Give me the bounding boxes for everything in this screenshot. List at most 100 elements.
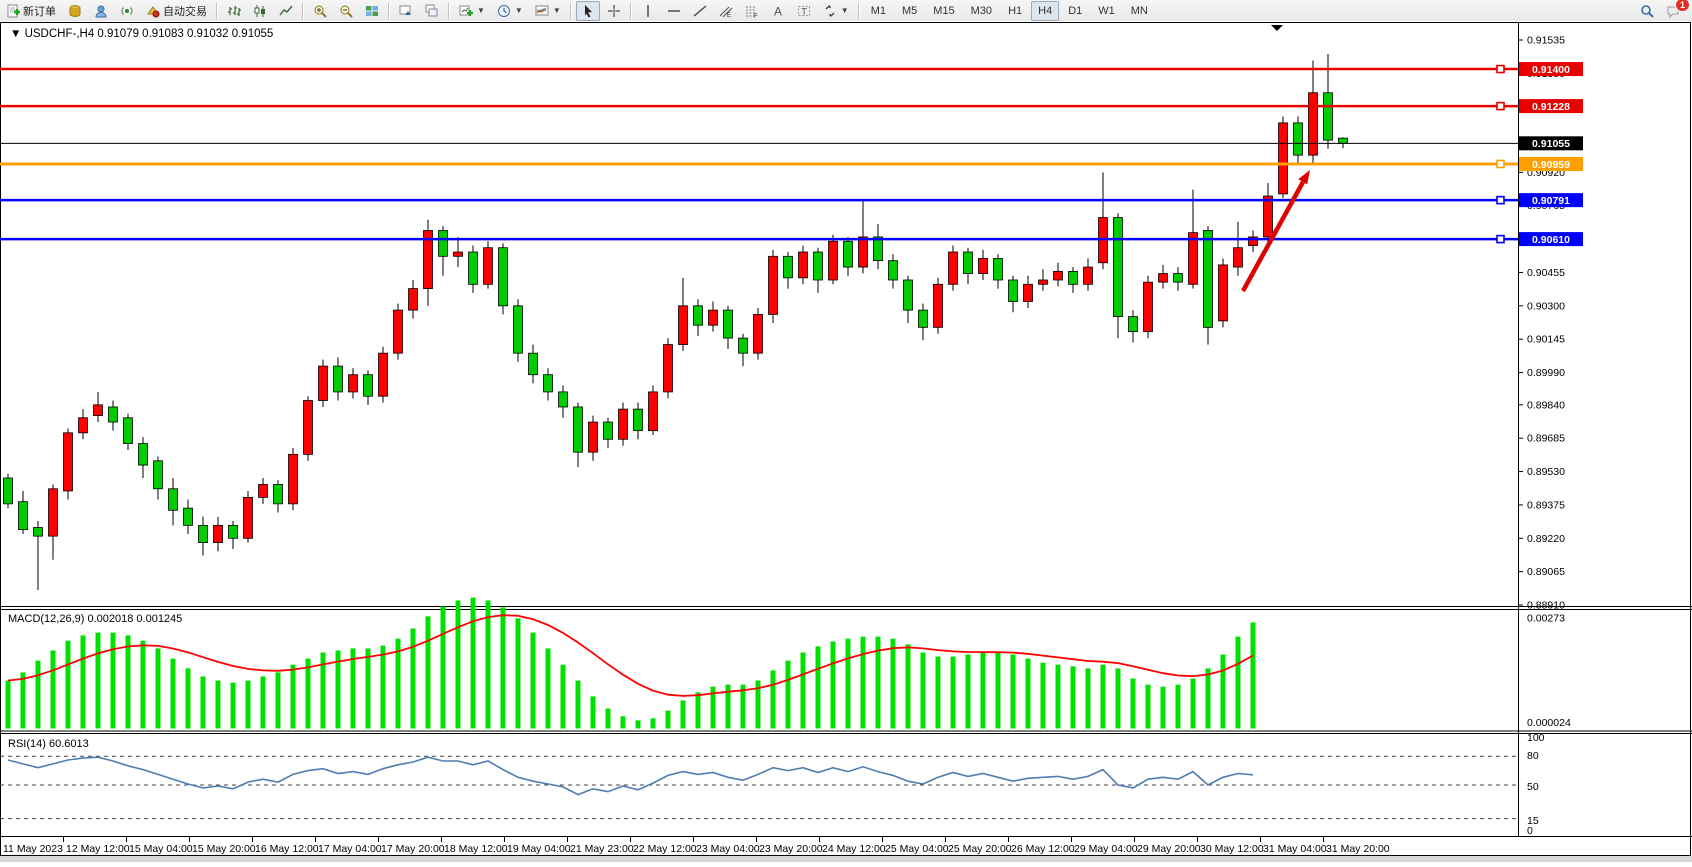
timeframe-m5-button[interactable]: M5 (895, 1, 924, 21)
candle-body (784, 256, 793, 278)
fibonacci-button[interactable]: F (740, 1, 764, 21)
price-tick-label: 0.88910 (1527, 600, 1565, 612)
candle-body (634, 409, 643, 431)
periods-button[interactable]: ▼ (492, 1, 528, 21)
price-badge-label: 0.90791 (1532, 195, 1570, 207)
time-tick-label: 24 May 12:00 (822, 843, 886, 855)
text-button[interactable]: A (766, 1, 790, 21)
bar-chart-button[interactable] (222, 1, 246, 21)
time-tick-label: 31 May 04:00 (1263, 843, 1327, 855)
candle-body (799, 252, 808, 278)
macd-histogram-bar (96, 633, 101, 729)
time-tick-label: 23 May 20:00 (759, 843, 823, 855)
profile-button[interactable] (63, 1, 87, 21)
vertical-line-button[interactable] (636, 1, 660, 21)
market-watch-button[interactable] (89, 1, 113, 21)
timeframe-d1-button[interactable]: D1 (1061, 1, 1089, 21)
timeframe-w1-button[interactable]: W1 (1091, 1, 1122, 21)
autotrading-icon (146, 4, 160, 18)
macd-histogram-bar (921, 652, 926, 728)
notifications-button[interactable]: 1 (1661, 1, 1685, 21)
candle-body (109, 407, 118, 422)
macd-histogram-bar (306, 659, 311, 729)
price-tick-label: 0.90300 (1527, 300, 1565, 312)
candle-body (1144, 282, 1153, 332)
zoom-in-button[interactable] (308, 1, 332, 21)
macd-histogram-bar (231, 683, 236, 729)
toolbar-separator (630, 3, 632, 19)
channel-icon: E (719, 4, 733, 18)
templates-button[interactable]: ▼ (530, 1, 566, 21)
candle-body (49, 489, 58, 536)
candlestick-chart-button[interactable] (248, 1, 272, 21)
crosshair-button[interactable] (602, 1, 626, 21)
rsi-axis-label: 80 (1527, 750, 1539, 762)
macd-histogram-bar (426, 616, 431, 728)
macd-histogram-bar (651, 718, 656, 728)
chart-title: ▼ USDCHF-,H4 0.91079 0.91083 0.91032 0.9… (10, 28, 273, 40)
macd-histogram-bar (696, 692, 701, 728)
line-drag-handle[interactable] (1497, 103, 1504, 110)
rsi-indicator-label: RSI(14) 60.6013 (8, 738, 89, 750)
candle-body (829, 241, 838, 280)
candle-body (904, 280, 913, 310)
macd-axis-min-label: 0.000024 (1527, 717, 1571, 729)
auto-arrange-button[interactable] (394, 1, 418, 21)
rsi-axis-label: 50 (1527, 781, 1539, 793)
auto-trading-button[interactable]: 自动交易 (141, 1, 212, 21)
chevron-down-icon: ▼ (477, 6, 485, 15)
macd-histogram-bar (1236, 637, 1241, 729)
search-button[interactable] (1635, 1, 1659, 21)
line-drag-handle[interactable] (1497, 236, 1504, 243)
timeframe-m30-button[interactable]: M30 (964, 1, 999, 21)
tile-windows-button[interactable] (360, 1, 384, 21)
macd-histogram-bar (456, 600, 461, 728)
timeframe-m15-button[interactable]: M15 (926, 1, 961, 21)
toolbar-separator (216, 3, 218, 19)
new-order-button[interactable]: 新订单 (1, 1, 61, 21)
candle-body (769, 256, 778, 314)
timeframe-h4-button[interactable]: H4 (1031, 1, 1059, 21)
line-drag-handle[interactable] (1497, 197, 1504, 204)
candle-body (79, 418, 88, 433)
cascade-button[interactable] (420, 1, 444, 21)
candle-body (1189, 233, 1198, 285)
arrows-button[interactable]: ▼ (818, 1, 854, 21)
equidistant-channel-button[interactable]: E (714, 1, 738, 21)
line-drag-handle[interactable] (1497, 66, 1504, 73)
macd-histogram-bar (666, 711, 671, 729)
time-tick-label: 29 May 04:00 (1074, 843, 1138, 855)
timeframe-mn-button[interactable]: MN (1124, 1, 1155, 21)
macd-histogram-bar (681, 700, 686, 728)
line-chart-icon (279, 4, 293, 18)
candle-body (949, 252, 958, 284)
indicators-button[interactable]: ▼ (454, 1, 490, 21)
candle-body (739, 338, 748, 353)
line-drag-handle[interactable] (1497, 160, 1504, 167)
line-chart-button[interactable] (274, 1, 298, 21)
price-chart: 0.915350.913800.912250.910700.909200.907… (0, 21, 1692, 862)
macd-histogram-bar (351, 648, 356, 728)
trendline-button[interactable] (688, 1, 712, 21)
timeframe-h1-button[interactable]: H1 (1001, 1, 1029, 21)
timeframe-m1-button[interactable]: M1 (864, 1, 893, 21)
macd-histogram-bar (501, 607, 506, 728)
horizontal-line-button[interactable] (662, 1, 686, 21)
zoom-out-button[interactable] (334, 1, 358, 21)
candle-body (589, 422, 598, 452)
time-tick-label: 17 May 04:00 (318, 843, 382, 855)
cursor-button[interactable] (576, 1, 600, 21)
macd-histogram-bar (1071, 666, 1076, 728)
candle-body (544, 375, 553, 392)
candle-body (1324, 93, 1333, 140)
signals-button[interactable] (115, 1, 139, 21)
macd-histogram-bar (291, 665, 296, 729)
macd-histogram-bar (366, 648, 371, 728)
macd-indicator-label: MACD(12,26,9) 0.002018 0.001245 (8, 613, 182, 625)
macd-histogram-bar (546, 648, 551, 728)
candle-body (304, 401, 313, 455)
macd-histogram-bar (261, 676, 266, 728)
text-label-button[interactable]: T (792, 1, 816, 21)
cursor-icon (581, 4, 595, 18)
candle-body (184, 508, 193, 525)
